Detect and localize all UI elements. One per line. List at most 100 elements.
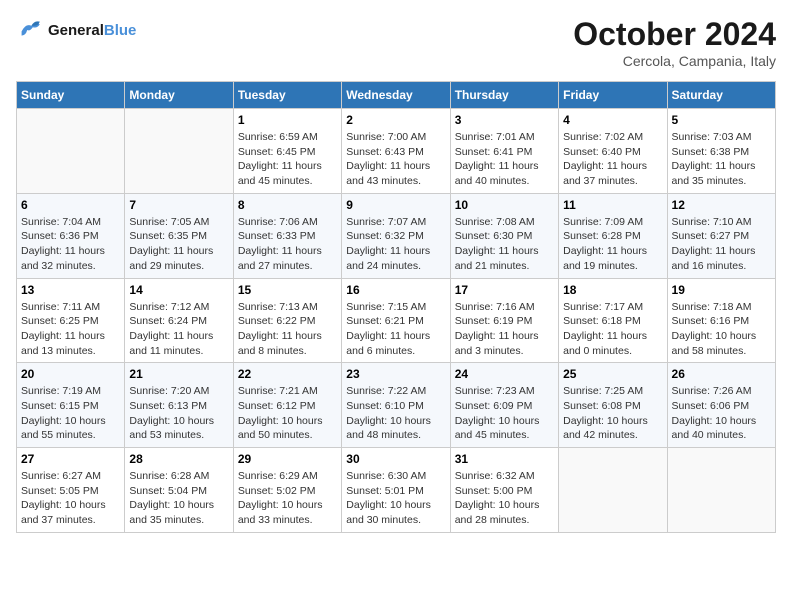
day-number: 11: [563, 198, 662, 212]
calendar-cell: [559, 448, 667, 533]
calendar-cell: 24 Sunrise: 7:23 AMSunset: 6:09 PMDayligh…: [450, 363, 558, 448]
location: Cercola, Campania, Italy: [573, 53, 776, 69]
day-detail: Sunrise: 7:00 AMSunset: 6:43 PMDaylight:…: [346, 130, 445, 189]
calendar-cell: 1Sunrise: 6:59 AMSunset: 6:45 PMDaylight…: [233, 109, 341, 194]
day-detail: Sunrise: 7:26 AMSunset: 6:06 PMDaylight:…: [672, 384, 771, 443]
calendar-cell: 2 Sunrise: 7:00 AMSunset: 6:43 PMDaylight…: [342, 109, 450, 194]
day-number: 2: [346, 113, 445, 127]
day-number: 6: [21, 198, 120, 212]
day-number: 19: [672, 283, 771, 297]
day-number: 16: [346, 283, 445, 297]
calendar-cell: 19 Sunrise: 7:18 AMSunset: 6:16 PMDayligh…: [667, 278, 775, 363]
day-number: 4: [563, 113, 662, 127]
day-detail: Sunrise: 7:18 AMSunset: 6:16 PMDaylight:…: [672, 300, 771, 359]
day-number: 21: [129, 367, 228, 381]
calendar-cell: 31 Sunrise: 6:32 AMSunset: 5:00 PMDayligh…: [450, 448, 558, 533]
day-number: 28: [129, 452, 228, 466]
day-detail: Sunrise: 7:21 AMSunset: 6:12 PMDaylight:…: [238, 384, 337, 443]
calendar-cell: 23 Sunrise: 7:22 AMSunset: 6:10 PMDayligh…: [342, 363, 450, 448]
weekday-header: Monday: [125, 82, 233, 109]
calendar-cell: 18Sunrise: 7:17 AMSunset: 6:18 PMDayligh…: [559, 278, 667, 363]
calendar-cell: 14 Sunrise: 7:12 AMSunset: 6:24 PMDayligh…: [125, 278, 233, 363]
day-detail: Sunrise: 7:20 AMSunset: 6:13 PMDaylight:…: [129, 384, 228, 443]
calendar-cell: 3 Sunrise: 7:01 AMSunset: 6:41 PMDaylight…: [450, 109, 558, 194]
day-number: 8: [238, 198, 337, 212]
day-detail: Sunrise: 7:22 AMSunset: 6:10 PMDaylight:…: [346, 384, 445, 443]
calendar-cell: 9 Sunrise: 7:07 AMSunset: 6:32 PMDaylight…: [342, 193, 450, 278]
day-detail: Sunrise: 7:10 AMSunset: 6:27 PMDaylight:…: [672, 215, 771, 274]
calendar-cell: 13 Sunrise: 7:11 AMSunset: 6:25 PMDayligh…: [17, 278, 125, 363]
day-detail: Sunrise: 7:19 AMSunset: 6:15 PMDaylight:…: [21, 384, 120, 443]
day-detail: Sunrise: 7:13 AMSunset: 6:22 PMDaylight:…: [238, 300, 337, 359]
calendar-cell: 7 Sunrise: 7:05 AMSunset: 6:35 PMDaylight…: [125, 193, 233, 278]
calendar-cell: 28 Sunrise: 6:28 AMSunset: 5:04 PMDayligh…: [125, 448, 233, 533]
calendar-cell: 16Sunrise: 7:15 AMSunset: 6:21 PMDayligh…: [342, 278, 450, 363]
calendar-cell: 5Sunrise: 7:03 AMSunset: 6:38 PMDaylight…: [667, 109, 775, 194]
day-detail: Sunrise: 7:04 AMSunset: 6:36 PMDaylight:…: [21, 215, 120, 274]
day-number: 3: [455, 113, 554, 127]
calendar-cell: 8 Sunrise: 7:06 AMSunset: 6:33 PMDaylight…: [233, 193, 341, 278]
day-detail: Sunrise: 7:07 AMSunset: 6:32 PMDaylight:…: [346, 215, 445, 274]
day-detail: Sunrise: 7:23 AMSunset: 6:09 PMDaylight:…: [455, 384, 554, 443]
calendar-week-row: 27 Sunrise: 6:27 AMSunset: 5:05 PMDayligh…: [17, 448, 776, 533]
calendar-cell: 15 Sunrise: 7:13 AMSunset: 6:22 PMDayligh…: [233, 278, 341, 363]
calendar-cell: 26Sunrise: 7:26 AMSunset: 6:06 PMDayligh…: [667, 363, 775, 448]
calendar-cell: 4 Sunrise: 7:02 AMSunset: 6:40 PMDaylight…: [559, 109, 667, 194]
day-number: 31: [455, 452, 554, 466]
calendar-cell: 21 Sunrise: 7:20 AMSunset: 6:13 PMDayligh…: [125, 363, 233, 448]
weekday-header-row: SundayMondayTuesdayWednesdayThursdayFrid…: [17, 82, 776, 109]
day-detail: Sunrise: 7:05 AMSunset: 6:35 PMDaylight:…: [129, 215, 228, 274]
day-number: 22: [238, 367, 337, 381]
title-area: October 2024 Cercola, Campania, Italy: [573, 16, 776, 69]
day-number: 25: [563, 367, 662, 381]
calendar-cell: 12Sunrise: 7:10 AMSunset: 6:27 PMDayligh…: [667, 193, 775, 278]
calendar-cell: 17 Sunrise: 7:16 AMSunset: 6:19 PMDayligh…: [450, 278, 558, 363]
day-number: 14: [129, 283, 228, 297]
calendar-cell: [667, 448, 775, 533]
calendar-cell: 22 Sunrise: 7:21 AMSunset: 6:12 PMDayligh…: [233, 363, 341, 448]
day-detail: Sunrise: 6:27 AMSunset: 5:05 PMDaylight:…: [21, 469, 120, 528]
weekday-header: Friday: [559, 82, 667, 109]
day-number: 20: [21, 367, 120, 381]
day-number: 9: [346, 198, 445, 212]
day-detail: Sunrise: 7:17 AMSunset: 6:18 PMDaylight:…: [563, 300, 662, 359]
day-detail: Sunrise: 7:01 AMSunset: 6:41 PMDaylight:…: [455, 130, 554, 189]
calendar-cell: 10 Sunrise: 7:08 AMSunset: 6:30 PMDayligh…: [450, 193, 558, 278]
day-number: 17: [455, 283, 554, 297]
day-detail: Sunrise: 7:11 AMSunset: 6:25 PMDaylight:…: [21, 300, 120, 359]
calendar-cell: 30Sunrise: 6:30 AMSunset: 5:01 PMDayligh…: [342, 448, 450, 533]
day-detail: Sunrise: 6:28 AMSunset: 5:04 PMDaylight:…: [129, 469, 228, 528]
day-number: 23: [346, 367, 445, 381]
calendar-cell: 11 Sunrise: 7:09 AMSunset: 6:28 PMDayligh…: [559, 193, 667, 278]
day-detail: Sunrise: 7:16 AMSunset: 6:19 PMDaylight:…: [455, 300, 554, 359]
calendar-cell: 27 Sunrise: 6:27 AMSunset: 5:05 PMDayligh…: [17, 448, 125, 533]
logo: GeneralBlue: [16, 16, 136, 44]
day-detail: Sunrise: 7:06 AMSunset: 6:33 PMDaylight:…: [238, 215, 337, 274]
day-detail: Sunrise: 7:02 AMSunset: 6:40 PMDaylight:…: [563, 130, 662, 189]
calendar-cell: 25 Sunrise: 7:25 AMSunset: 6:08 PMDayligh…: [559, 363, 667, 448]
day-number: 24: [455, 367, 554, 381]
day-detail: Sunrise: 7:08 AMSunset: 6:30 PMDaylight:…: [455, 215, 554, 274]
day-number: 27: [21, 452, 120, 466]
weekday-header: Thursday: [450, 82, 558, 109]
month-title: October 2024: [573, 16, 776, 53]
logo-text: GeneralBlue: [48, 22, 136, 39]
day-number: 15: [238, 283, 337, 297]
day-number: 7: [129, 198, 228, 212]
day-detail: Sunrise: 6:32 AMSunset: 5:00 PMDaylight:…: [455, 469, 554, 528]
day-number: 30: [346, 452, 445, 466]
day-detail: Sunrise: 7:09 AMSunset: 6:28 PMDaylight:…: [563, 215, 662, 274]
day-number: 13: [21, 283, 120, 297]
day-detail: Sunrise: 7:12 AMSunset: 6:24 PMDaylight:…: [129, 300, 228, 359]
day-detail: Sunrise: 7:25 AMSunset: 6:08 PMDaylight:…: [563, 384, 662, 443]
day-number: 10: [455, 198, 554, 212]
day-number: 5: [672, 113, 771, 127]
day-number: 29: [238, 452, 337, 466]
weekday-header: Tuesday: [233, 82, 341, 109]
day-detail: Sunrise: 6:29 AMSunset: 5:02 PMDaylight:…: [238, 469, 337, 528]
calendar-cell: 29 Sunrise: 6:29 AMSunset: 5:02 PMDayligh…: [233, 448, 341, 533]
weekday-header: Wednesday: [342, 82, 450, 109]
calendar-week-row: 6 Sunrise: 7:04 AMSunset: 6:36 PMDaylight…: [17, 193, 776, 278]
day-detail: Sunrise: 6:59 AMSunset: 6:45 PMDaylight:…: [238, 130, 337, 189]
logo-bird-icon: [16, 16, 44, 44]
